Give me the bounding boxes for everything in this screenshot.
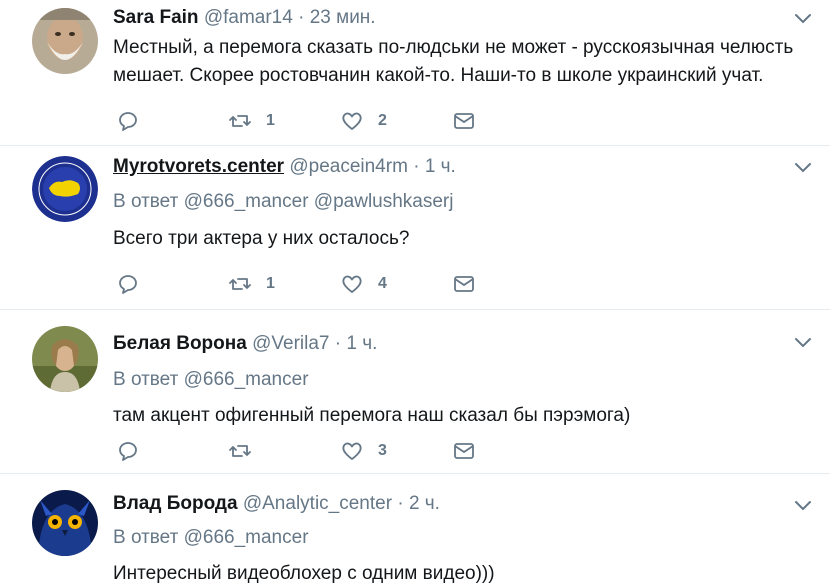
chevron-down-icon[interactable] [794, 10, 812, 28]
retweet-icon [229, 445, 251, 457]
tweet-header: Myrotvorets.center @peacein4rm · 1 ч. [113, 155, 790, 179]
reply-mentions[interactable]: @666_mancer [184, 527, 309, 548]
envelope-icon [454, 276, 474, 292]
reply-label: В ответ [113, 369, 179, 390]
reply-context: В ответ @666_mancer @pawlushkaserj [113, 190, 453, 214]
direct-message-button[interactable] [452, 108, 476, 134]
retweet-icon [229, 278, 251, 290]
separator: · [397, 493, 404, 514]
chevron-down-icon[interactable] [794, 497, 812, 515]
avatar[interactable] [32, 490, 98, 556]
like-count: 2 [378, 112, 387, 129]
like-count: 4 [378, 275, 387, 292]
timestamp[interactable]: 23 мин. [310, 7, 376, 28]
tweet-header: Белая Ворона @Verila7 · 1 ч. [113, 332, 790, 356]
retweet-button[interactable] [228, 438, 266, 464]
user-name[interactable]: Белая Ворона [113, 333, 247, 354]
reply-label: В ответ [113, 527, 179, 548]
direct-message-button[interactable] [452, 438, 476, 464]
tweet: Влад Борода @Analytic_center · 2 ч. В от… [0, 474, 830, 584]
reply-button[interactable] [116, 438, 140, 464]
separator: · [413, 156, 420, 177]
reply-context: В ответ @666_mancer [113, 368, 309, 392]
tweet-header: Sara Fain @famar14 · 23 мин. [113, 6, 790, 30]
direct-message-button[interactable] [452, 271, 476, 297]
user-handle[interactable]: @Analytic_center [243, 493, 392, 514]
tweet-text: там акцент офигенный перемога наш сказал… [113, 405, 631, 426]
reply-context: В ответ @666_mancer [113, 526, 309, 550]
tweet-header: Влад Борода @Analytic_center · 2 ч. [113, 492, 790, 516]
chevron-down-icon[interactable] [794, 159, 812, 177]
like-button[interactable]: 2 [340, 108, 387, 134]
reply-icon [119, 112, 137, 131]
timestamp[interactable]: 1 ч. [425, 156, 456, 177]
avatar[interactable] [32, 156, 98, 222]
retweet-button[interactable]: 1 [228, 108, 275, 134]
retweet-button[interactable]: 1 [228, 271, 275, 297]
like-count: 3 [378, 442, 387, 459]
reply-button[interactable] [116, 108, 140, 134]
tweet: Белая Ворона @Verila7 · 1 ч. В ответ @66… [0, 310, 830, 474]
retweet-icon [229, 115, 251, 127]
user-handle[interactable]: @peacein4rm [289, 156, 408, 177]
separator: · [298, 7, 305, 28]
retweet-count: 1 [266, 275, 275, 292]
envelope-icon [454, 113, 474, 129]
timestamp[interactable]: 1 ч. [346, 333, 377, 354]
reply-icon [119, 442, 137, 461]
user-handle[interactable]: @famar14 [204, 7, 293, 28]
tweet-text: Всего три актера у них осталось? [113, 228, 410, 249]
user-name[interactable]: Влад Борода [113, 493, 238, 514]
user-handle[interactable]: @Verila7 [252, 333, 329, 354]
like-button[interactable]: 4 [340, 271, 387, 297]
reply-mentions[interactable]: @666_mancer [184, 369, 309, 390]
tweet-text: Местный, а перемога сказать по-людськи н… [113, 37, 794, 86]
user-name[interactable]: Myrotvorets.center [113, 156, 284, 177]
separator: · [334, 333, 342, 354]
user-name[interactable]: Sara Fain [113, 7, 199, 28]
heart-icon [342, 275, 362, 293]
reply-mentions[interactable]: @666_mancer @pawlushkaserj [184, 191, 454, 212]
timestamp[interactable]: 2 ч. [409, 493, 440, 514]
avatar-image [32, 8, 98, 74]
reply-icon [119, 275, 137, 294]
chevron-down-icon[interactable] [794, 334, 812, 352]
reply-label: В ответ [113, 191, 179, 212]
reply-button[interactable] [116, 271, 140, 297]
avatar[interactable] [32, 326, 98, 392]
avatar-image [32, 490, 98, 556]
heart-icon [342, 442, 362, 460]
tweet: Sara Fain @famar14 · 23 мин. Местный, а … [0, 0, 830, 146]
envelope-icon [454, 443, 474, 459]
avatar-image [32, 326, 98, 392]
avatar[interactable] [32, 8, 98, 74]
heart-icon [342, 112, 362, 130]
retweet-count: 1 [266, 112, 275, 129]
avatar-image [32, 156, 98, 222]
tweet: Myrotvorets.center @peacein4rm · 1 ч. В … [0, 146, 830, 310]
like-button[interactable]: 3 [340, 438, 387, 464]
